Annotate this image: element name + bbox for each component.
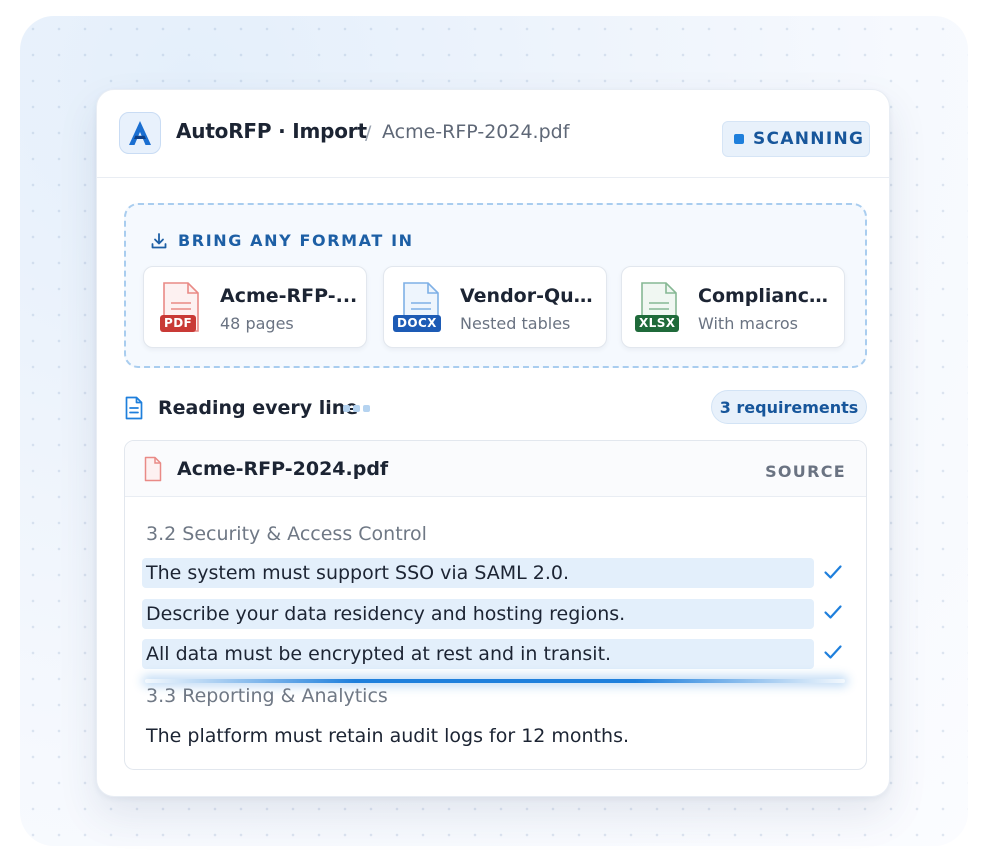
drop-zone-title-text: BRING ANY FORMAT IN [178,231,414,250]
document-lines-icon [125,396,143,420]
scan-line [145,679,845,683]
file-name: Vendor-Que... [460,285,598,307]
section-heading: 3.3 Reporting & Analytics [146,685,388,707]
section-heading: 3.2 Security & Access Control [146,523,427,545]
file-card-xlsx[interactable]: XLSX Compliance... With macros [621,266,845,348]
check-icon [824,645,842,659]
check-icon [824,605,842,619]
progress-dot [363,405,370,412]
breadcrumb-separator: / [365,122,372,144]
requirement-highlight[interactable]: Describe your data residency and hosting… [142,599,814,629]
autorfp-logo-icon [119,112,161,154]
requirement-highlight[interactable]: All data must be encrypted at rest and i… [142,639,814,669]
status-indicator-icon [734,134,744,144]
file-type-badge: PDF [160,315,197,332]
requirement-highlight[interactable]: The system must support SSO via SAML 2.0… [142,558,814,588]
file-card-pdf[interactable]: PDF Acme-RFP-... 48 pages [143,266,367,348]
download-icon [151,232,167,248]
file-type-badge: DOCX [393,315,441,332]
file-meta: With macros [698,314,798,333]
source-text-line: The platform must retain audit logs for … [146,725,630,747]
progress-dots-icon [343,405,370,412]
file-card-docx[interactable]: DOCX Vendor-Que... Nested tables [383,266,607,348]
status-text: SCANNING [753,129,865,149]
card-header: AutoRFP · Import / Acme-RFP-2024.pdf SCA… [97,90,889,178]
breadcrumb-file[interactable]: Acme-RFP-2024.pdf [382,121,569,143]
requirements-count-badge[interactable]: 3 requirements [711,390,867,424]
app-title: AutoRFP · Import [176,119,367,143]
file-drop-zone[interactable]: BRING ANY FORMAT IN PDF Acme-RFP-... 48 … [124,203,867,368]
file-name: Compliance... [698,285,836,307]
reading-status-row: Reading every line 3 requirements [124,390,867,426]
drop-zone-title: BRING ANY FORMAT IN [150,231,414,250]
status-badge: SCANNING [722,121,870,157]
file-type-badge: XLSX [635,315,680,332]
source-preview-panel: Acme-RFP-2024.pdf SOURCE 3.2 Security & … [124,440,867,770]
file-name: Acme-RFP-... [220,285,358,307]
file-meta: Nested tables [460,314,571,333]
source-panel-header: Acme-RFP-2024.pdf SOURCE [125,441,866,497]
reading-label: Reading every line [158,397,359,419]
source-label: SOURCE [765,462,846,481]
pdf-file-icon [144,456,162,482]
progress-dot [343,405,350,412]
import-card: AutoRFP · Import / Acme-RFP-2024.pdf SCA… [96,89,890,797]
source-file-name: Acme-RFP-2024.pdf [177,458,389,480]
progress-dot [353,405,360,412]
check-icon [824,565,842,579]
file-meta: 48 pages [220,314,294,333]
